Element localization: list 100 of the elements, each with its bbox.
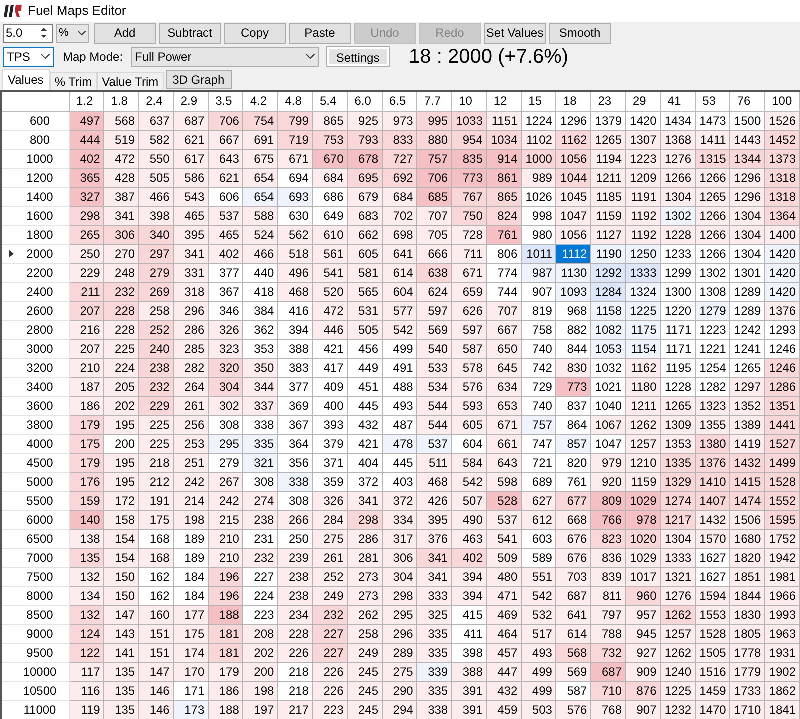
table-cell[interactable]: 449: [347, 358, 382, 377]
table-cell[interactable]: 179: [69, 415, 104, 434]
table-cell[interactable]: 174: [173, 643, 208, 662]
table-cell[interactable]: 170: [173, 662, 208, 681]
table-cell[interactable]: 605: [452, 415, 486, 434]
table-cell[interactable]: 671: [278, 149, 312, 168]
table-cell[interactable]: 211: [69, 282, 104, 301]
table-cell[interactable]: 175: [173, 624, 208, 643]
table-cell[interactable]: 356: [278, 453, 312, 472]
table-cell[interactable]: 740: [521, 339, 556, 358]
table-cell[interactable]: 256: [173, 415, 208, 434]
table-cell[interactable]: 151: [138, 624, 174, 643]
table-cell[interactable]: 978: [626, 510, 660, 529]
table-cell[interactable]: 819: [521, 301, 556, 320]
table-cell[interactable]: 614: [382, 263, 417, 282]
table-cell[interactable]: 542: [452, 472, 486, 491]
table-cell[interactable]: 132: [69, 567, 104, 586]
table-cell[interactable]: 1304: [660, 187, 696, 206]
table-cell[interactable]: 1093: [556, 282, 591, 301]
table-cell[interactable]: 865: [312, 111, 348, 130]
table-cell[interactable]: 198: [242, 681, 278, 700]
table-cell[interactable]: 297: [138, 244, 174, 263]
table-cell[interactable]: 1389: [730, 415, 765, 434]
table-cell[interactable]: 189: [173, 548, 208, 567]
table-cell[interactable]: 1265: [730, 358, 765, 377]
table-cell[interactable]: 1265: [590, 130, 626, 149]
table-cell[interactable]: 432: [486, 681, 522, 700]
toolbar-button[interactable]: Paste: [289, 22, 351, 44]
table-cell[interactable]: 231: [242, 529, 278, 548]
table-cell[interactable]: 1680: [730, 529, 765, 548]
table-cell[interactable]: 210: [69, 358, 104, 377]
table-cell[interactable]: 284: [312, 510, 348, 529]
table-cell[interactable]: 150: [104, 586, 139, 605]
table-cell[interactable]: 264: [173, 377, 208, 396]
table-cell[interactable]: 1017: [626, 567, 660, 586]
table-cell[interactable]: 1432: [730, 453, 765, 472]
table-cell[interactable]: 740: [521, 396, 556, 415]
table-cell[interactable]: 1779: [730, 662, 765, 681]
table-cell[interactable]: 1228: [660, 225, 696, 244]
table-cell[interactable]: 1224: [521, 111, 556, 130]
table-cell[interactable]: 215: [208, 510, 243, 529]
table-cell[interactable]: 210: [208, 529, 243, 548]
table-cell[interactable]: 1047: [556, 206, 591, 225]
table-cell[interactable]: 1225: [626, 301, 660, 320]
table-cell[interactable]: 693: [278, 187, 312, 206]
table-cell[interactable]: 304: [208, 377, 243, 396]
table-cell[interactable]: 196: [208, 567, 243, 586]
table-cell[interactable]: 1021: [590, 377, 626, 396]
table-cell[interactable]: 597: [452, 320, 486, 339]
table-cell[interactable]: 1221: [695, 339, 730, 358]
table-cell[interactable]: 865: [486, 187, 522, 206]
table-cell[interactable]: 387: [104, 187, 139, 206]
toolbar-button[interactable]: Set Values: [484, 22, 546, 44]
table-cell[interactable]: 1344: [730, 149, 765, 168]
table-cell[interactable]: 1246: [764, 358, 800, 377]
table-cell[interactable]: 446: [312, 320, 348, 339]
table-cell[interactable]: 1257: [626, 434, 660, 453]
table-cell[interactable]: 1963: [764, 624, 800, 643]
table-cell[interactable]: 346: [208, 301, 243, 320]
table-cell[interactable]: 225: [104, 339, 139, 358]
table-cell[interactable]: 376: [416, 529, 452, 548]
table-cell[interactable]: 1942: [764, 548, 800, 567]
table-cell[interactable]: 711: [452, 244, 486, 263]
table-cell[interactable]: 1420: [626, 111, 660, 130]
table-cell[interactable]: 295: [382, 605, 417, 624]
table-cell[interactable]: 1302: [660, 206, 696, 225]
table-cell[interactable]: 490: [452, 510, 486, 529]
table-cell[interactable]: 1300: [660, 282, 696, 301]
table-cell[interactable]: 543: [173, 187, 208, 206]
table-cell[interactable]: 245: [347, 700, 382, 719]
table-cell[interactable]: 797: [590, 605, 626, 624]
table-cell[interactable]: 662: [347, 225, 382, 244]
table-cell[interactable]: 262: [347, 605, 382, 624]
table-cell[interactable]: 218: [278, 681, 312, 700]
table-cell[interactable]: 1710: [730, 700, 765, 719]
table-cell[interactable]: 335: [416, 643, 452, 662]
table-cell[interactable]: 1185: [590, 187, 626, 206]
table-cell[interactable]: 1067: [590, 415, 626, 434]
table-cell[interactable]: 171: [173, 681, 208, 700]
table-cell[interactable]: 175: [138, 510, 174, 529]
table-cell[interactable]: 1329: [660, 472, 696, 491]
table-cell[interactable]: 1355: [695, 415, 730, 434]
table-cell[interactable]: 1499: [764, 453, 800, 472]
table-cell[interactable]: 335: [416, 681, 452, 700]
table-cell[interactable]: 584: [452, 453, 486, 472]
table-cell[interactable]: 767: [452, 187, 486, 206]
table-cell[interactable]: 954: [452, 130, 486, 149]
table-cell[interactable]: 480: [486, 567, 522, 586]
table-cell[interactable]: 1335: [660, 453, 696, 472]
table-cell[interactable]: 274: [242, 491, 278, 510]
table-cell[interactable]: 1420: [764, 244, 800, 263]
table-cell[interactable]: 679: [347, 187, 382, 206]
table-cell[interactable]: 1830: [730, 605, 765, 624]
table-cell[interactable]: 534: [416, 377, 452, 396]
table-cell[interactable]: 517: [521, 624, 556, 643]
table-cell[interactable]: 198: [173, 510, 208, 529]
table-cell[interactable]: 721: [521, 453, 556, 472]
table-cell[interactable]: 630: [278, 206, 312, 225]
table-cell[interactable]: 684: [312, 168, 348, 187]
table-cell[interactable]: 758: [521, 320, 556, 339]
